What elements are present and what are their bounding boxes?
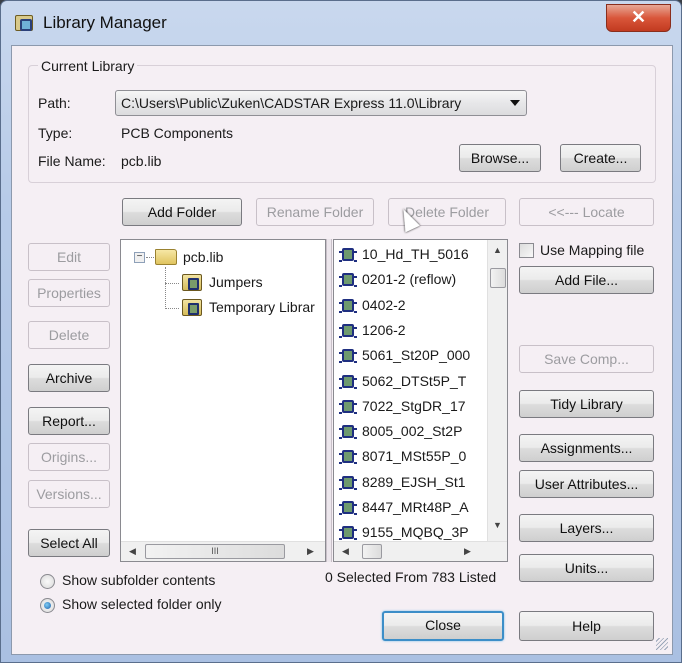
scroll-right-icon[interactable]: ▶: [307, 546, 314, 557]
component-label: 8289_EJSH_St1: [362, 473, 466, 490]
open-folder-icon: [155, 249, 177, 265]
show-selected-only-radio[interactable]: [40, 598, 55, 613]
path-value: C:\Users\Public\Zuken\CADSTAR Express 11…: [121, 95, 462, 111]
component-label: 7022_StgDR_17: [362, 397, 466, 414]
tree-item-temporary-library[interactable]: Temporary Librar: [209, 296, 315, 318]
type-value: PCB Components: [121, 125, 234, 141]
component-chip-icon: [339, 501, 357, 515]
show-subfolder-label[interactable]: Show subfolder contents: [62, 572, 215, 588]
tree-item-jumpers[interactable]: Jumpers: [209, 271, 263, 293]
component-chip-icon: [339, 248, 357, 262]
select-all-button[interactable]: Select All: [28, 529, 110, 557]
type-label: Type:: [38, 125, 73, 141]
component-label: 5061_St20P_000: [362, 347, 471, 364]
tree-line: [146, 257, 154, 258]
component-label: 8005_002_St2P: [362, 423, 463, 440]
current-library-label: Current Library: [38, 58, 138, 74]
component-vertical-scrollbar[interactable]: ▲ ▼: [487, 240, 507, 541]
layers-button[interactable]: Layers...: [519, 514, 654, 542]
component-chip-icon: [339, 349, 357, 364]
panel-splitter[interactable]: [326, 239, 332, 562]
component-chip-icon: [339, 399, 357, 414]
library-folder-icon: [182, 274, 202, 291]
edit-button[interactable]: Edit: [28, 243, 110, 271]
component-chip-icon: [339, 475, 357, 490]
units-button[interactable]: Units...: [519, 554, 654, 582]
help-button[interactable]: Help: [519, 611, 654, 641]
scrollbar-thumb[interactable]: III: [145, 544, 285, 559]
library-app-icon: [15, 15, 33, 31]
component-label: 8071_MSt55P_0: [362, 448, 467, 465]
filename-label: File Name:: [38, 153, 106, 169]
origins-button[interactable]: Origins...: [28, 443, 110, 471]
scrollbar-thumb[interactable]: [490, 268, 506, 288]
show-selected-only-label[interactable]: Show selected folder only: [62, 596, 222, 612]
show-subfolder-radio[interactable]: [40, 574, 55, 589]
delete-button[interactable]: Delete: [28, 321, 110, 349]
component-chip-icon: [339, 273, 357, 288]
scrollbar-thumb[interactable]: [362, 544, 382, 559]
path-label: Path:: [38, 95, 71, 111]
scroll-up-icon[interactable]: ▲: [493, 245, 502, 255]
close-button[interactable]: Close: [382, 611, 504, 641]
report-button[interactable]: Report...: [28, 407, 110, 435]
component-label: 8447_MRt48P_A: [362, 499, 469, 515]
chevron-down-icon[interactable]: [510, 100, 520, 106]
component-chip-icon: [339, 323, 357, 338]
component-chip-icon: [339, 450, 357, 465]
component-label: 5062_DTSt5P_T: [362, 372, 467, 389]
assignments-button[interactable]: Assignments...: [519, 434, 654, 462]
properties-button[interactable]: Properties: [28, 279, 110, 307]
scroll-right-icon[interactable]: ▶: [464, 546, 471, 557]
tree-horizontal-scrollbar[interactable]: ◀ III ▶: [121, 541, 325, 561]
tree-item-pcb-lib[interactable]: pcb.lib: [183, 246, 223, 268]
use-mapping-file-label[interactable]: Use Mapping file: [540, 242, 644, 258]
component-label: 0402-2: [362, 296, 406, 313]
dialog-body: Current Library Path: C:\Users\Public\Zu…: [11, 45, 673, 655]
component-horizontal-scrollbar[interactable]: ◀ ▶: [334, 541, 507, 561]
tree-line: [165, 267, 166, 309]
archive-button[interactable]: Archive: [28, 364, 110, 392]
window-close-button[interactable]: ✕: [606, 4, 671, 32]
tree-line: [165, 283, 179, 284]
scroll-down-icon[interactable]: ▼: [493, 520, 502, 530]
library-manager-window: Library Manager ✕ Current Library Path: …: [0, 0, 682, 663]
scroll-left-icon[interactable]: ◀: [342, 546, 349, 557]
component-chip-icon: [339, 374, 357, 389]
tree-item-label: Jumpers: [209, 274, 263, 290]
use-mapping-file-checkbox[interactable]: [519, 243, 534, 258]
add-folder-button[interactable]: Add Folder: [122, 198, 242, 226]
window-title: Library Manager: [43, 13, 167, 32]
selection-status: 0 Selected From 783 Listed: [325, 569, 497, 585]
rename-folder-button[interactable]: Rename Folder: [256, 198, 374, 226]
component-label: 1206-2: [362, 321, 406, 338]
tidy-library-button[interactable]: Tidy Library: [519, 390, 654, 418]
component-chip-icon: [339, 298, 357, 313]
create-button[interactable]: Create...: [560, 144, 641, 172]
collapse-icon[interactable]: −: [134, 252, 145, 263]
resize-grip-icon[interactable]: [656, 638, 668, 650]
scroll-left-icon[interactable]: ◀: [129, 546, 136, 557]
path-combobox[interactable]: C:\Users\Public\Zuken\CADSTAR Express 11…: [115, 90, 527, 116]
component-label: 0201-2 (reflow): [362, 271, 457, 288]
library-folder-icon: [182, 299, 202, 316]
close-icon: ✕: [630, 7, 647, 27]
component-chip-icon: [339, 425, 357, 440]
component-chip-icon: [339, 526, 357, 541]
browse-button[interactable]: Browse...: [459, 144, 541, 172]
user-attributes-button[interactable]: User Attributes...: [519, 470, 654, 498]
filename-value: pcb.lib: [121, 153, 162, 169]
versions-button[interactable]: Versions...: [28, 480, 110, 508]
folder-tree[interactable]: − pcb.lib Jumpers Temporary Librar ◀ III: [120, 239, 326, 562]
grip-icon: III: [211, 546, 219, 556]
save-comp-button[interactable]: Save Comp...: [519, 345, 654, 373]
title-bar[interactable]: Library Manager ✕: [1, 1, 681, 45]
add-file-button[interactable]: Add File...: [519, 266, 654, 294]
component-list[interactable]: 10_Hd_TH_5016 0201-2 (reflow) 0402-2 1206-2…: [333, 239, 508, 562]
tree-line: [165, 308, 179, 309]
component-label: 10_Hd_TH_5016: [362, 246, 469, 262]
locate-button[interactable]: <<--- Locate: [519, 198, 654, 226]
tree-item-label: Temporary Librar: [209, 299, 315, 315]
tree-item-label: pcb.lib: [183, 249, 224, 265]
